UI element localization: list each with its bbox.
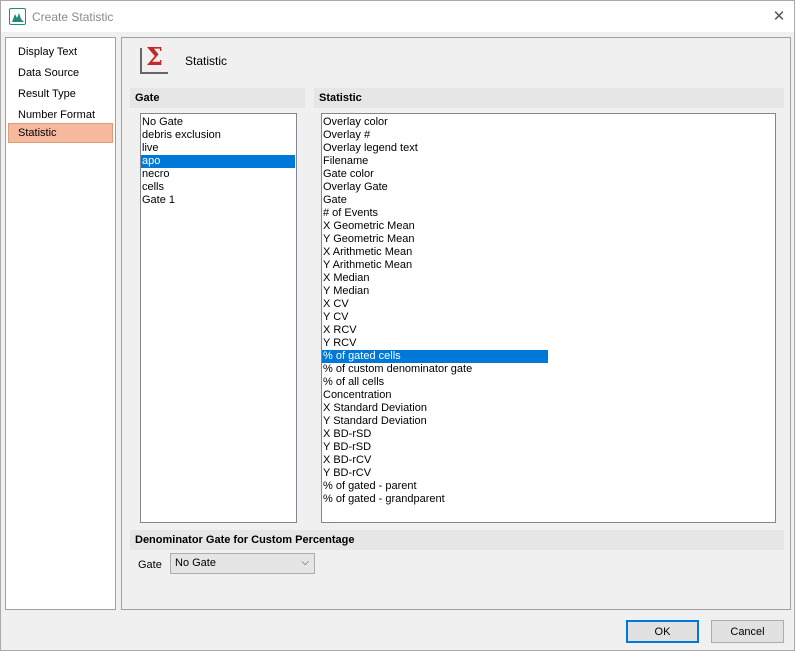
cancel-button[interactable]: Cancel xyxy=(711,620,784,643)
statistic-list-item[interactable]: Y RCV xyxy=(322,337,548,350)
statistic-list-item[interactable]: X BD-rCV xyxy=(322,454,548,467)
statistic-list-item[interactable]: Y BD-rSD xyxy=(322,441,548,454)
denominator-gate-label: Gate xyxy=(138,559,162,571)
denominator-gate-value: No Gate xyxy=(175,557,216,569)
statistic-list-item[interactable]: Y Standard Deviation xyxy=(322,415,548,428)
gate-listbox[interactable]: No Gate debris exclusion live apo necro cells… xyxy=(140,113,297,523)
gate-list-item[interactable]: necro xyxy=(141,168,295,181)
statistic-list-item[interactable]: Y Arithmetic Mean xyxy=(322,259,548,272)
denominator-gate-select[interactable]: No Gate ⌵ xyxy=(170,553,315,574)
statistic-list-item[interactable]: X BD-rSD xyxy=(322,428,548,441)
statistic-list-item[interactable]: % of all cells xyxy=(322,376,548,389)
title-bar: Create Statistic ✕ xyxy=(1,1,794,32)
ok-button[interactable]: OK xyxy=(626,620,699,643)
statistic-list-item[interactable]: Filename xyxy=(322,155,548,168)
nav-item-number-format[interactable]: Number Format xyxy=(8,105,113,125)
nav-item-data-source[interactable]: Data Source xyxy=(8,63,113,83)
statistic-list-item[interactable]: X Arithmetic Mean xyxy=(322,246,548,259)
statistic-list-item[interactable]: X Geometric Mean xyxy=(322,220,548,233)
statistic-list-item[interactable]: Gate color xyxy=(322,168,548,181)
gate-list-item[interactable]: Gate 1 xyxy=(141,194,295,207)
nav-item-result-type[interactable]: Result Type xyxy=(8,84,113,104)
window-title: Create Statistic xyxy=(32,10,114,24)
statistic-list-item[interactable]: Y Median xyxy=(322,285,548,298)
statistic-list-item[interactable]: X CV xyxy=(322,298,548,311)
statistic-list-item[interactable]: Overlay color xyxy=(322,116,548,129)
statistic-list-item[interactable]: Overlay Gate xyxy=(322,181,548,194)
gate-list-item[interactable]: live xyxy=(141,142,295,155)
denominator-section-label: Denominator Gate for Custom Percentage xyxy=(130,530,784,550)
gate-list-item[interactable]: No Gate xyxy=(141,116,295,129)
sigma-icon: Σ xyxy=(138,42,172,74)
statistic-list-item[interactable]: X RCV xyxy=(322,324,548,337)
create-statistic-dialog: Create Statistic ✕ Display Text Data Sou… xyxy=(0,0,795,651)
statistic-list-item[interactable]: Y Geometric Mean xyxy=(322,233,548,246)
close-button[interactable]: ✕ xyxy=(767,6,791,26)
statistic-list-item[interactable]: # of Events xyxy=(322,207,548,220)
statistic-list-item[interactable]: % of custom denominator gate xyxy=(322,363,548,376)
gate-list-item[interactable]: debris exclusion xyxy=(141,129,295,142)
gate-list-item[interactable]: cells xyxy=(141,181,295,194)
app-chart-icon xyxy=(9,8,26,25)
statistic-list-item[interactable]: Gate xyxy=(322,194,548,207)
statistic-list-item[interactable]: % of gated - grandparent xyxy=(322,493,548,506)
statistic-list-item[interactable]: Overlay legend text xyxy=(322,142,548,155)
nav-panel: Display Text Data Source Result Type Num… xyxy=(5,37,116,610)
gate-list-item[interactable]: apo xyxy=(141,155,295,168)
statistic-list-item[interactable]: Y BD-rCV xyxy=(322,467,548,480)
statistic-list-item[interactable]: Overlay # xyxy=(322,129,548,142)
statistic-list-item[interactable]: % of gated - parent xyxy=(322,480,548,493)
page-title: Statistic xyxy=(185,54,228,68)
nav-item-display-text[interactable]: Display Text xyxy=(8,42,113,62)
chevron-down-icon: ⌵ xyxy=(301,557,309,568)
statistic-list-item[interactable]: Concentration xyxy=(322,389,548,402)
content-panel: Σ Statistic Gate No Gate debris exclusion… xyxy=(121,37,791,610)
gate-section-label: Gate xyxy=(130,88,305,108)
statistic-section-label: Statistic xyxy=(314,88,784,108)
statistic-list-item[interactable]: X Standard Deviation xyxy=(322,402,548,415)
statistic-list-item[interactable]: % of gated cells xyxy=(322,350,548,363)
statistic-list-item[interactable]: X Median xyxy=(322,272,548,285)
statistic-list-item[interactable]: Y CV xyxy=(322,311,548,324)
nav-item-statistic[interactable]: Statistic xyxy=(8,123,113,143)
statistic-listbox[interactable]: Overlay color Overlay # Overlay legend tex… xyxy=(321,113,776,523)
close-icon: ✕ xyxy=(772,8,786,25)
